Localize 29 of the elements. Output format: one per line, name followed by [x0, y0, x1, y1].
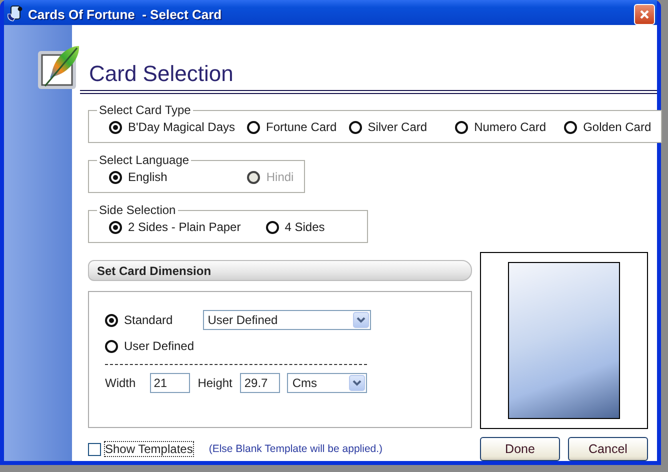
radio-button[interactable]: Numero Card [455, 120, 546, 134]
close-icon [639, 8, 650, 20]
field-label: Width [105, 376, 136, 390]
radio-button[interactable]: Standard [105, 313, 173, 327]
radio-button[interactable]: User Defined [105, 339, 194, 353]
group-title: Select Card Type [98, 103, 192, 117]
group-title: Select Language [98, 153, 190, 167]
hint-text: (Else Blank Template will be applied.) [208, 443, 383, 455]
show-templates-checkbox[interactable]: Show Templates [88, 442, 193, 456]
field-label: Height [198, 376, 232, 390]
dialog-button[interactable]: Cancel [568, 437, 648, 461]
radio-button[interactable]: 4 Sides [266, 220, 325, 234]
section-header: Set Card Dimension [88, 260, 472, 281]
width-field[interactable]: 21 [150, 372, 190, 392]
app-icon [6, 5, 24, 23]
radio-button[interactable]: English [109, 170, 168, 184]
radio-button[interactable]: Fortune Card [247, 120, 337, 134]
radio-button[interactable]: B'Day Magical Days [109, 120, 235, 134]
dropdown[interactable]: User Defined [202, 310, 371, 330]
close-button[interactable] [634, 4, 655, 24]
radio-button[interactable]: Golden Card [564, 120, 652, 134]
page-heading: Card Selection [89, 61, 234, 87]
height-field[interactable]: 29.7 [240, 372, 280, 392]
dropdown[interactable]: Cms [287, 372, 368, 392]
window-title: Cards Of Fortune - Select Card [28, 6, 223, 22]
radio-button[interactable]: Silver Card [348, 120, 428, 134]
group-title: Side Selection [98, 203, 177, 217]
dialog-button[interactable]: Done [480, 437, 560, 461]
radio-button[interactable]: 2 Sides - Plain Paper [109, 220, 241, 234]
